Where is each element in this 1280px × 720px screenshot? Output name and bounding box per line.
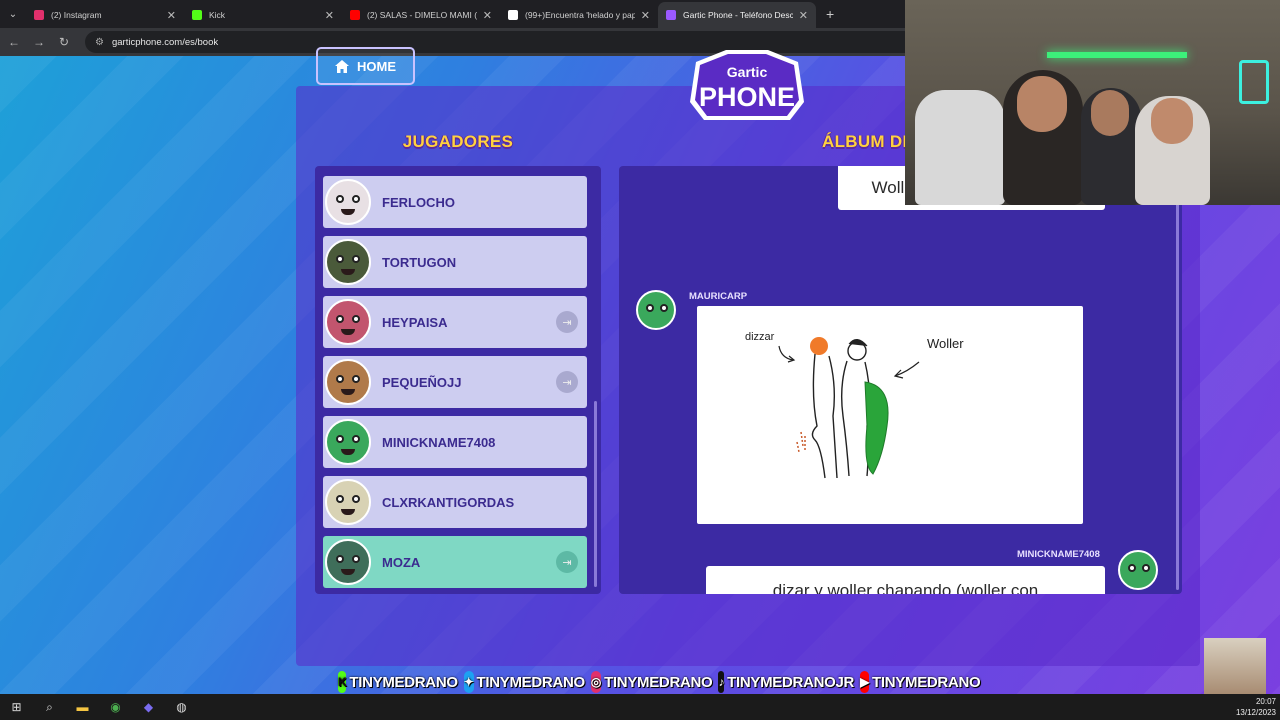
kick-icon: K [338, 671, 347, 693]
album-view: Woller con su primo dizzar MAURICARP diz… [619, 166, 1182, 594]
tab-title: Kick [209, 10, 226, 20]
reply-caption-bubble: dizar y woller chapando (woller con capa… [706, 566, 1105, 594]
tab-search-icon[interactable]: ⌄ [0, 0, 26, 28]
drawing-author-avatar [636, 290, 676, 330]
player-name: HEYPAISA [382, 314, 448, 330]
instagram-icon: ◎ [590, 671, 601, 693]
tab-instagram[interactable]: (2) Instagram ✕ [26, 2, 184, 28]
player-avatar [325, 419, 371, 465]
reply-author-name: MINICKNAME7408 [1017, 549, 1100, 560]
reply-caption-text: dizar y woller chapando (woller con capa… [772, 581, 1039, 594]
kick-player-icon[interactable]: ⇥ [556, 551, 578, 573]
player-row: CLXRKANTIGORDAS [323, 476, 587, 528]
logo-line1: Gartic [727, 64, 768, 80]
kick-favicon-icon [192, 10, 202, 20]
close-tab-icon[interactable]: ✕ [483, 9, 492, 22]
players-list: FERLOCHO TORTUGON HEYPAISA ⇥ PEQUEÑOJJ ⇥… [315, 166, 601, 594]
windows-start-icon[interactable]: ⊞ [0, 694, 33, 720]
tray-date: 13/12/2023 [1235, 708, 1276, 717]
player-avatar [325, 479, 371, 525]
search-icon[interactable]: ⌕ [33, 694, 66, 720]
close-tab-icon[interactable]: ✕ [641, 9, 650, 22]
logo-line2: PHONE [699, 82, 795, 112]
back-icon[interactable]: ← [3, 35, 25, 49]
social-handle: TINYMEDRANOJR [727, 673, 855, 691]
tab-tiktok[interactable]: (99+)Encuentra 'helado y papa ✕ [500, 2, 658, 28]
social-handles-overlay: K TINYMEDRANO ✦ TINYMEDRANO ◎ TINYMEDRAN… [335, 669, 981, 695]
player-name: FERLOCHO [382, 194, 455, 210]
youtube-favicon-icon [350, 10, 360, 20]
youtube-icon: ▶ [860, 671, 869, 693]
chrome-icon[interactable]: ◉ [99, 694, 132, 720]
site-info-icon[interactable]: ⚙ [95, 37, 104, 48]
gartic-phone-logo: Gartic PHONE [690, 50, 804, 120]
player-row: PEQUEÑOJJ ⇥ [323, 356, 587, 408]
windows-taskbar: ⊞ ⌕ ▬ ◉ ◆ ◍ 20:07 13/12/2023 [0, 694, 1280, 720]
tiktok-icon: ♪ [718, 671, 724, 693]
tab-title: (99+)Encuentra 'helado y papa [525, 10, 635, 20]
player-avatar [325, 299, 371, 345]
reply-author-avatar [1118, 550, 1158, 590]
system-tray-clock[interactable]: 20:07 13/12/2023 [1236, 696, 1276, 718]
player-avatar [325, 539, 371, 585]
discord-icon[interactable]: ◆ [132, 694, 165, 720]
player-row: FERLOCHO [323, 176, 587, 228]
player-name: TORTUGON [382, 254, 457, 270]
tab-gartic-phone[interactable]: Gartic Phone - Teléfono Descon ✕ [658, 2, 816, 28]
player-avatar [325, 239, 371, 285]
close-tab-icon[interactable]: ✕ [167, 9, 176, 22]
home-icon [335, 59, 349, 73]
forward-icon[interactable]: → [28, 35, 50, 49]
new-tab-icon[interactable]: + [826, 6, 834, 22]
album-scrollbar[interactable] [1176, 200, 1179, 590]
home-button[interactable]: HOME [316, 47, 415, 85]
home-label: HOME [357, 58, 396, 74]
reaction-cam-overlay [1204, 638, 1266, 694]
url-text: garticphone.com/es/book [111, 36, 219, 48]
drawing-label-left: dizzar [745, 331, 775, 343]
player-row: HEYPAISA ⇥ [323, 296, 587, 348]
social-handle: TINYMEDRANO [872, 673, 981, 691]
drawing-label-right: Woller [927, 336, 964, 351]
reload-icon[interactable]: ↻ [53, 35, 75, 49]
tab-title: (2) SALAS - DIMELO MAMI (Vi [367, 10, 477, 20]
players-heading: JUGADORES [402, 132, 514, 151]
player-row: MINICKNAME7408 [323, 416, 587, 468]
player-name: PEQUEÑOJJ [382, 374, 462, 390]
social-handle: TINYMEDRANO [476, 673, 586, 691]
player-name: MINICKNAME7408 [382, 434, 496, 450]
close-tab-icon[interactable]: ✕ [799, 9, 808, 22]
webcam-overlay [905, 0, 1280, 205]
tiktok-favicon-icon [508, 10, 518, 20]
tab-kick[interactable]: Kick ✕ [184, 2, 342, 28]
player-row: TORTUGON [323, 236, 587, 288]
players-scrollbar[interactable] [594, 401, 597, 587]
twitter-icon: ✦ [463, 671, 474, 693]
obs-icon[interactable]: ◍ [165, 694, 198, 720]
gartic-favicon-icon [666, 10, 676, 20]
social-handle: TINYMEDRANO [604, 673, 713, 691]
instagram-favicon-icon [34, 10, 44, 20]
player-row-self: MOZA ⇥ [323, 536, 587, 588]
player-name: MOZA [382, 554, 421, 570]
player-avatar [325, 179, 371, 225]
tab-title: Gartic Phone - Teléfono Descon [683, 10, 793, 20]
kick-player-icon[interactable]: ⇥ [556, 311, 578, 333]
drawing-canvas: dizzar Woller [697, 306, 1083, 524]
drawing-author-name: MAURICARP [689, 291, 748, 302]
kick-player-icon[interactable]: ⇥ [556, 371, 578, 393]
file-explorer-icon[interactable]: ▬ [66, 694, 99, 720]
tray-time: 20:07 [1255, 697, 1276, 706]
tab-youtube[interactable]: (2) SALAS - DIMELO MAMI (Vi ✕ [342, 2, 500, 28]
close-tab-icon[interactable]: ✕ [325, 9, 334, 22]
tab-title: (2) Instagram [51, 10, 102, 20]
player-avatar [325, 359, 371, 405]
social-handle: TINYMEDRANO [349, 673, 458, 691]
player-name: CLXRKANTIGORDAS [382, 494, 515, 510]
